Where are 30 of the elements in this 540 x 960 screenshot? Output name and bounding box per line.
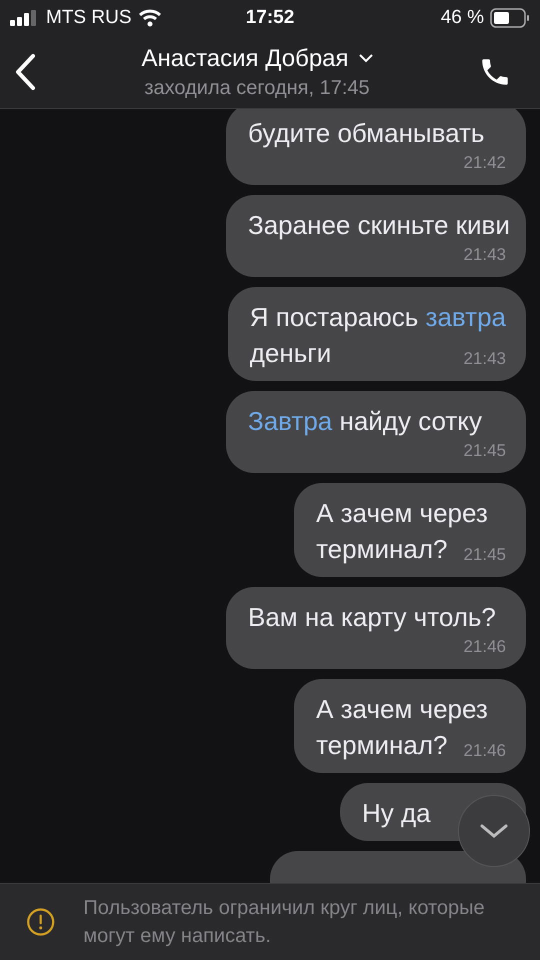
battery-icon xyxy=(490,8,530,28)
message-text: Ну да xyxy=(362,797,431,830)
message-text: терминал? xyxy=(316,729,448,762)
battery-percent: 46 % xyxy=(440,7,484,29)
chevron-down-icon[interactable] xyxy=(479,823,509,839)
message-text: будите обманывать xyxy=(248,117,484,150)
last-seen-status: заходила сегодня, 17:45 xyxy=(144,76,370,100)
carrier-name: MTS RUS xyxy=(46,7,132,29)
message-time: 21:46 xyxy=(462,636,506,658)
message-text: А зачем через xyxy=(316,693,488,726)
message-text: Вам на карту чтоль? xyxy=(248,601,496,634)
wifi-icon xyxy=(138,9,162,27)
message-text: Заранее скиньте киви xyxy=(248,209,510,242)
message-text: А зачем через xyxy=(316,497,488,530)
message-text: Я постараюсь завтра xyxy=(250,301,506,334)
message-text: Завтра найду сотку xyxy=(248,405,482,438)
message-time: 21:42 xyxy=(462,152,506,174)
message-text: деньги xyxy=(250,337,332,370)
message-time: 21:46 xyxy=(462,740,506,762)
back-button[interactable] xyxy=(14,53,36,91)
message-time: 21:43 xyxy=(462,348,506,370)
message-time: 21:45 xyxy=(462,440,506,462)
message-link[interactable]: Завтра xyxy=(248,406,332,436)
message-text: терминал? xyxy=(316,533,448,566)
contact-name[interactable]: Анастасия Добрая xyxy=(141,44,349,72)
notice-text: Пользователь ограничил круг лиц, которые могут ему написать. xyxy=(83,896,486,949)
message-time: 21:45 xyxy=(462,544,506,566)
message-time: 21:43 xyxy=(462,244,506,266)
clock: 17:52 xyxy=(246,7,294,29)
message-link[interactable]: завтра xyxy=(426,302,506,332)
